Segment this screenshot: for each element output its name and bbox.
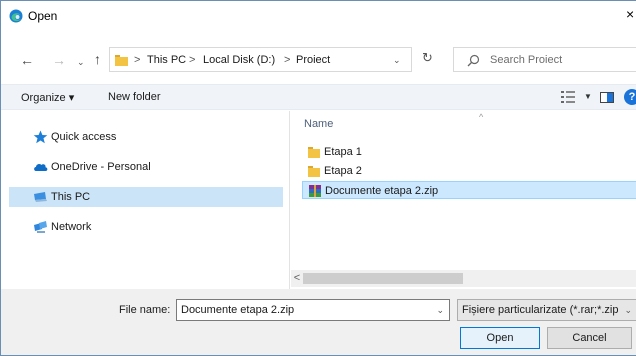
breadcrumb-separator[interactable]: > (284, 54, 290, 66)
scroll-left-icon[interactable]: < (291, 272, 303, 284)
breadcrumb-this-pc[interactable]: This PC (147, 54, 186, 66)
nav-item-network[interactable]: Network (9, 217, 283, 237)
list-item-etapa-1[interactable]: Etapa 1 (302, 143, 636, 161)
open-button[interactable]: Open (460, 327, 540, 349)
window-title: Open (28, 9, 58, 23)
view-dropdown-icon[interactable]: ▼ (584, 92, 592, 101)
forward-button[interactable]: → (52, 53, 66, 67)
nav-item-label: This PC (51, 191, 91, 203)
recent-locations-chevron-icon[interactable]: ⌄ (77, 55, 85, 69)
computer-icon (34, 192, 47, 202)
breadcrumb-local-disk[interactable]: Local Disk (D:) (203, 54, 275, 66)
file-name-input[interactable]: Documente etapa 2.zip ⌄ (176, 299, 450, 321)
nav-item-label: Quick access (51, 131, 117, 143)
list-item-documente-zip[interactable]: Documente etapa 2.zip (302, 181, 636, 199)
cancel-button[interactable]: Cancel (547, 327, 632, 349)
folder-icon (308, 166, 320, 177)
breadcrumb-separator[interactable]: > (134, 54, 140, 66)
file-name-value[interactable]: Documente etapa 2.zip (181, 304, 294, 316)
address-bar[interactable]: > This PC > Local Disk (D:) > Proiect ⌄ (109, 47, 412, 72)
navigation-pane: Quick access OneDrive - Personal This PC… (1, 111, 290, 289)
file-type-filter[interactable]: Fișiere particularizate (*.rar;*.zip ⌄ (457, 299, 636, 321)
open-dialog: Open × ← → ⌄ ↑ > This PC > Local Disk (D… (0, 0, 636, 356)
sort-ascending-icon: ^ (479, 112, 484, 122)
nav-item-quick-access[interactable]: Quick access (9, 127, 283, 147)
breadcrumb-proiect[interactable]: Proiect (296, 54, 330, 66)
star-icon (33, 130, 48, 144)
view-options-icon[interactable] (561, 91, 575, 103)
file-name: Etapa 2 (324, 165, 362, 177)
archive-icon (309, 185, 321, 197)
chevron-down-icon[interactable]: ⌄ (436, 305, 444, 316)
nav-item-label: Network (51, 221, 92, 233)
title-bar: Open × (1, 1, 636, 31)
list-item-etapa-2[interactable]: Etapa 2 (302, 162, 636, 180)
network-icon (34, 221, 47, 233)
folder-icon (308, 147, 320, 158)
toolbar: Organize ▾ New folder ▼ ? (1, 84, 636, 110)
cloud-icon (34, 163, 48, 171)
help-icon[interactable]: ? (624, 89, 636, 105)
scrollbar-thumb[interactable] (303, 273, 463, 284)
organize-button[interactable]: Organize ▾ (21, 91, 74, 104)
chevron-down-icon[interactable]: ⌄ (393, 55, 401, 66)
nav-item-this-pc[interactable]: This PC (9, 187, 283, 207)
nav-item-label: OneDrive - Personal (51, 161, 151, 173)
preview-pane-icon[interactable] (600, 92, 614, 103)
search-icon (467, 54, 480, 67)
column-header-name[interactable]: Name (304, 118, 333, 130)
dialog-footer: File name: Documente etapa 2.zip ⌄ Fișie… (1, 289, 636, 355)
refresh-icon[interactable]: ↻ (422, 51, 433, 65)
chevron-down-icon[interactable]: ⌄ (622, 305, 632, 316)
search-input[interactable]: Search Proiect (490, 54, 562, 66)
search-box[interactable]: Search Proiect (453, 47, 636, 72)
close-button[interactable]: × (626, 6, 634, 22)
folder-icon (115, 55, 128, 66)
address-row: ← → ⌄ ↑ > This PC > Local Disk (D:) > Pr… (1, 41, 636, 79)
file-list: ^ Name Etapa 1 Etapa 2 Documente etapa 2… (291, 111, 636, 289)
new-folder-button[interactable]: New folder (108, 91, 161, 103)
horizontal-scrollbar[interactable]: < (291, 270, 636, 287)
file-type-value: Fișiere particularizate (*.rar;*.zip (462, 304, 619, 316)
edge-icon (9, 9, 23, 23)
up-button[interactable]: ↑ (94, 52, 101, 66)
nav-item-onedrive[interactable]: OneDrive - Personal (9, 157, 283, 177)
file-name: Etapa 1 (324, 146, 362, 158)
back-button[interactable]: ← (20, 53, 34, 67)
file-name-label: File name: (119, 304, 171, 316)
file-name: Documente etapa 2.zip (325, 185, 439, 197)
breadcrumb-separator[interactable]: > (189, 54, 195, 66)
